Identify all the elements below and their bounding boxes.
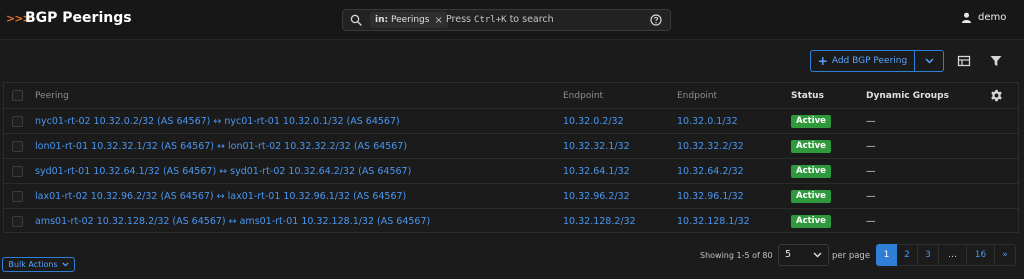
column-header-endpoint-a[interactable]: Endpoint: [563, 91, 603, 101]
status-badge: Active: [791, 165, 831, 178]
peering-link[interactable]: lon01-rt-01 10.32.32.1/32 (AS 64567) ↔ l…: [35, 141, 407, 152]
page-16-button[interactable]: 16: [967, 244, 995, 266]
results-count: Showing 1-5 of 80: [700, 251, 773, 260]
add-bgp-peering-label: Add BGP Peering: [831, 56, 908, 66]
gear-icon[interactable]: [990, 89, 1003, 102]
status-badge: Active: [791, 190, 831, 203]
bulk-actions-button[interactable]: Bulk Actions: [2, 257, 75, 272]
endpoint-b-link[interactable]: 10.32.32.2/32: [677, 141, 744, 152]
endpoint-a-link[interactable]: 10.32.128.2/32: [563, 216, 636, 227]
row-checkbox[interactable]: [12, 141, 23, 152]
search-scope-prefix: in:: [375, 15, 389, 25]
help-icon[interactable]: [650, 14, 662, 26]
user-icon: [962, 12, 971, 23]
remove-scope-icon[interactable]: ×: [434, 15, 442, 26]
add-bgp-peering-group: + Add BGP Peering: [810, 50, 944, 72]
dynamic-groups-value: —: [866, 191, 876, 202]
chevron-down-icon: [61, 262, 69, 267]
filter-icon[interactable]: [989, 54, 1003, 68]
column-header-endpoint-b[interactable]: Endpoint: [677, 91, 717, 101]
table-row: nyc01-rt-02 10.32.0.2/32 (AS 64567) ↔ ny…: [4, 109, 1018, 134]
search-placeholder[interactable]: Press Ctrl+K to search: [446, 14, 554, 25]
search-shortcut: Ctrl+K: [474, 15, 507, 25]
table-row: ams01-rt-02 10.32.128.2/32 (AS 64567) ↔ …: [4, 209, 1018, 234]
row-checkbox[interactable]: [12, 166, 23, 177]
pagination: 1 2 3 … 16 »: [876, 244, 1016, 266]
endpoint-a-link[interactable]: 10.32.32.1/32: [563, 141, 630, 152]
page-1-button[interactable]: 1: [876, 244, 897, 266]
endpoint-b-link[interactable]: 10.32.0.1/32: [677, 116, 738, 127]
add-options-dropdown[interactable]: [915, 50, 944, 72]
row-checkbox[interactable]: [12, 116, 23, 127]
chevron-down-icon: [813, 252, 822, 258]
search-icon: [350, 14, 362, 26]
search-placeholder-pre: Press: [446, 14, 475, 25]
column-header-dynamic-groups: Dynamic Groups: [866, 91, 949, 101]
plus-icon: +: [817, 53, 828, 68]
endpoint-b-link[interactable]: 10.32.96.1/32: [677, 191, 744, 202]
search-placeholder-post: to search: [506, 14, 554, 25]
select-all-checkbox[interactable]: [12, 90, 23, 101]
table-row: lax01-rt-02 10.32.96.2/32 (AS 64567) ↔ l…: [4, 184, 1018, 209]
search-scope-chip: in: Peerings ×: [370, 12, 448, 28]
status-badge: Active: [791, 140, 831, 153]
top-bar: >>> BGP Peerings in: Peerings × Press Ct…: [0, 0, 1024, 40]
endpoint-a-link[interactable]: 10.32.0.2/32: [563, 116, 624, 127]
add-bgp-peering-button[interactable]: + Add BGP Peering: [810, 50, 915, 72]
per-page-select[interactable]: 5: [778, 244, 829, 266]
bulk-actions-label: Bulk Actions: [8, 260, 58, 269]
global-search[interactable]: in: Peerings × Press Ctrl+K to search: [342, 9, 671, 31]
status-badge: Active: [791, 115, 831, 128]
table-row: lon01-rt-01 10.32.32.1/32 (AS 64567) ↔ l…: [4, 134, 1018, 159]
endpoint-b-link[interactable]: 10.32.64.2/32: [677, 166, 744, 177]
table-header-row: Peering Endpoint Endpoint Status Dynamic…: [4, 83, 1018, 109]
column-header-status[interactable]: Status: [791, 91, 824, 101]
dynamic-groups-value: —: [866, 116, 876, 127]
endpoint-a-link[interactable]: 10.32.96.2/32: [563, 191, 630, 202]
peering-link[interactable]: nyc01-rt-02 10.32.0.2/32 (AS 64567) ↔ ny…: [35, 116, 400, 127]
table-config-icon[interactable]: [957, 54, 971, 68]
page-ellipsis: …: [939, 244, 967, 266]
chevron-down-icon: [925, 58, 933, 64]
dynamic-groups-value: —: [866, 141, 876, 152]
peering-link[interactable]: lax01-rt-02 10.32.96.2/32 (AS 64567) ↔ l…: [35, 191, 406, 202]
status-badge: Active: [791, 215, 831, 228]
peerings-table: Peering Endpoint Endpoint Status Dynamic…: [3, 82, 1019, 233]
column-header-peering[interactable]: Peering: [35, 91, 69, 101]
endpoint-b-link[interactable]: 10.32.128.1/32: [677, 216, 750, 227]
page-2-button[interactable]: 2: [897, 244, 918, 266]
user-name: demo: [978, 12, 1007, 23]
endpoint-a-link[interactable]: 10.32.64.1/32: [563, 166, 630, 177]
peering-link[interactable]: syd01-rt-01 10.32.64.1/32 (AS 64567) ↔ s…: [35, 166, 411, 177]
page-3-button[interactable]: 3: [918, 244, 939, 266]
row-checkbox[interactable]: [12, 216, 23, 227]
per-page-value: 5: [785, 249, 792, 260]
row-checkbox[interactable]: [12, 191, 23, 202]
user-menu[interactable]: demo: [961, 12, 1006, 23]
page-title: BGP Peerings: [25, 10, 132, 26]
dynamic-groups-value: —: [866, 216, 876, 227]
next-page-button[interactable]: »: [995, 244, 1016, 266]
dynamic-groups-value: —: [866, 166, 876, 177]
peering-link[interactable]: ams01-rt-02 10.32.128.2/32 (AS 64567) ↔ …: [35, 216, 430, 227]
table-row: syd01-rt-01 10.32.64.1/32 (AS 64567) ↔ s…: [4, 159, 1018, 184]
per-page-label: per page: [832, 251, 871, 261]
search-scope-value: Peerings: [390, 15, 430, 25]
